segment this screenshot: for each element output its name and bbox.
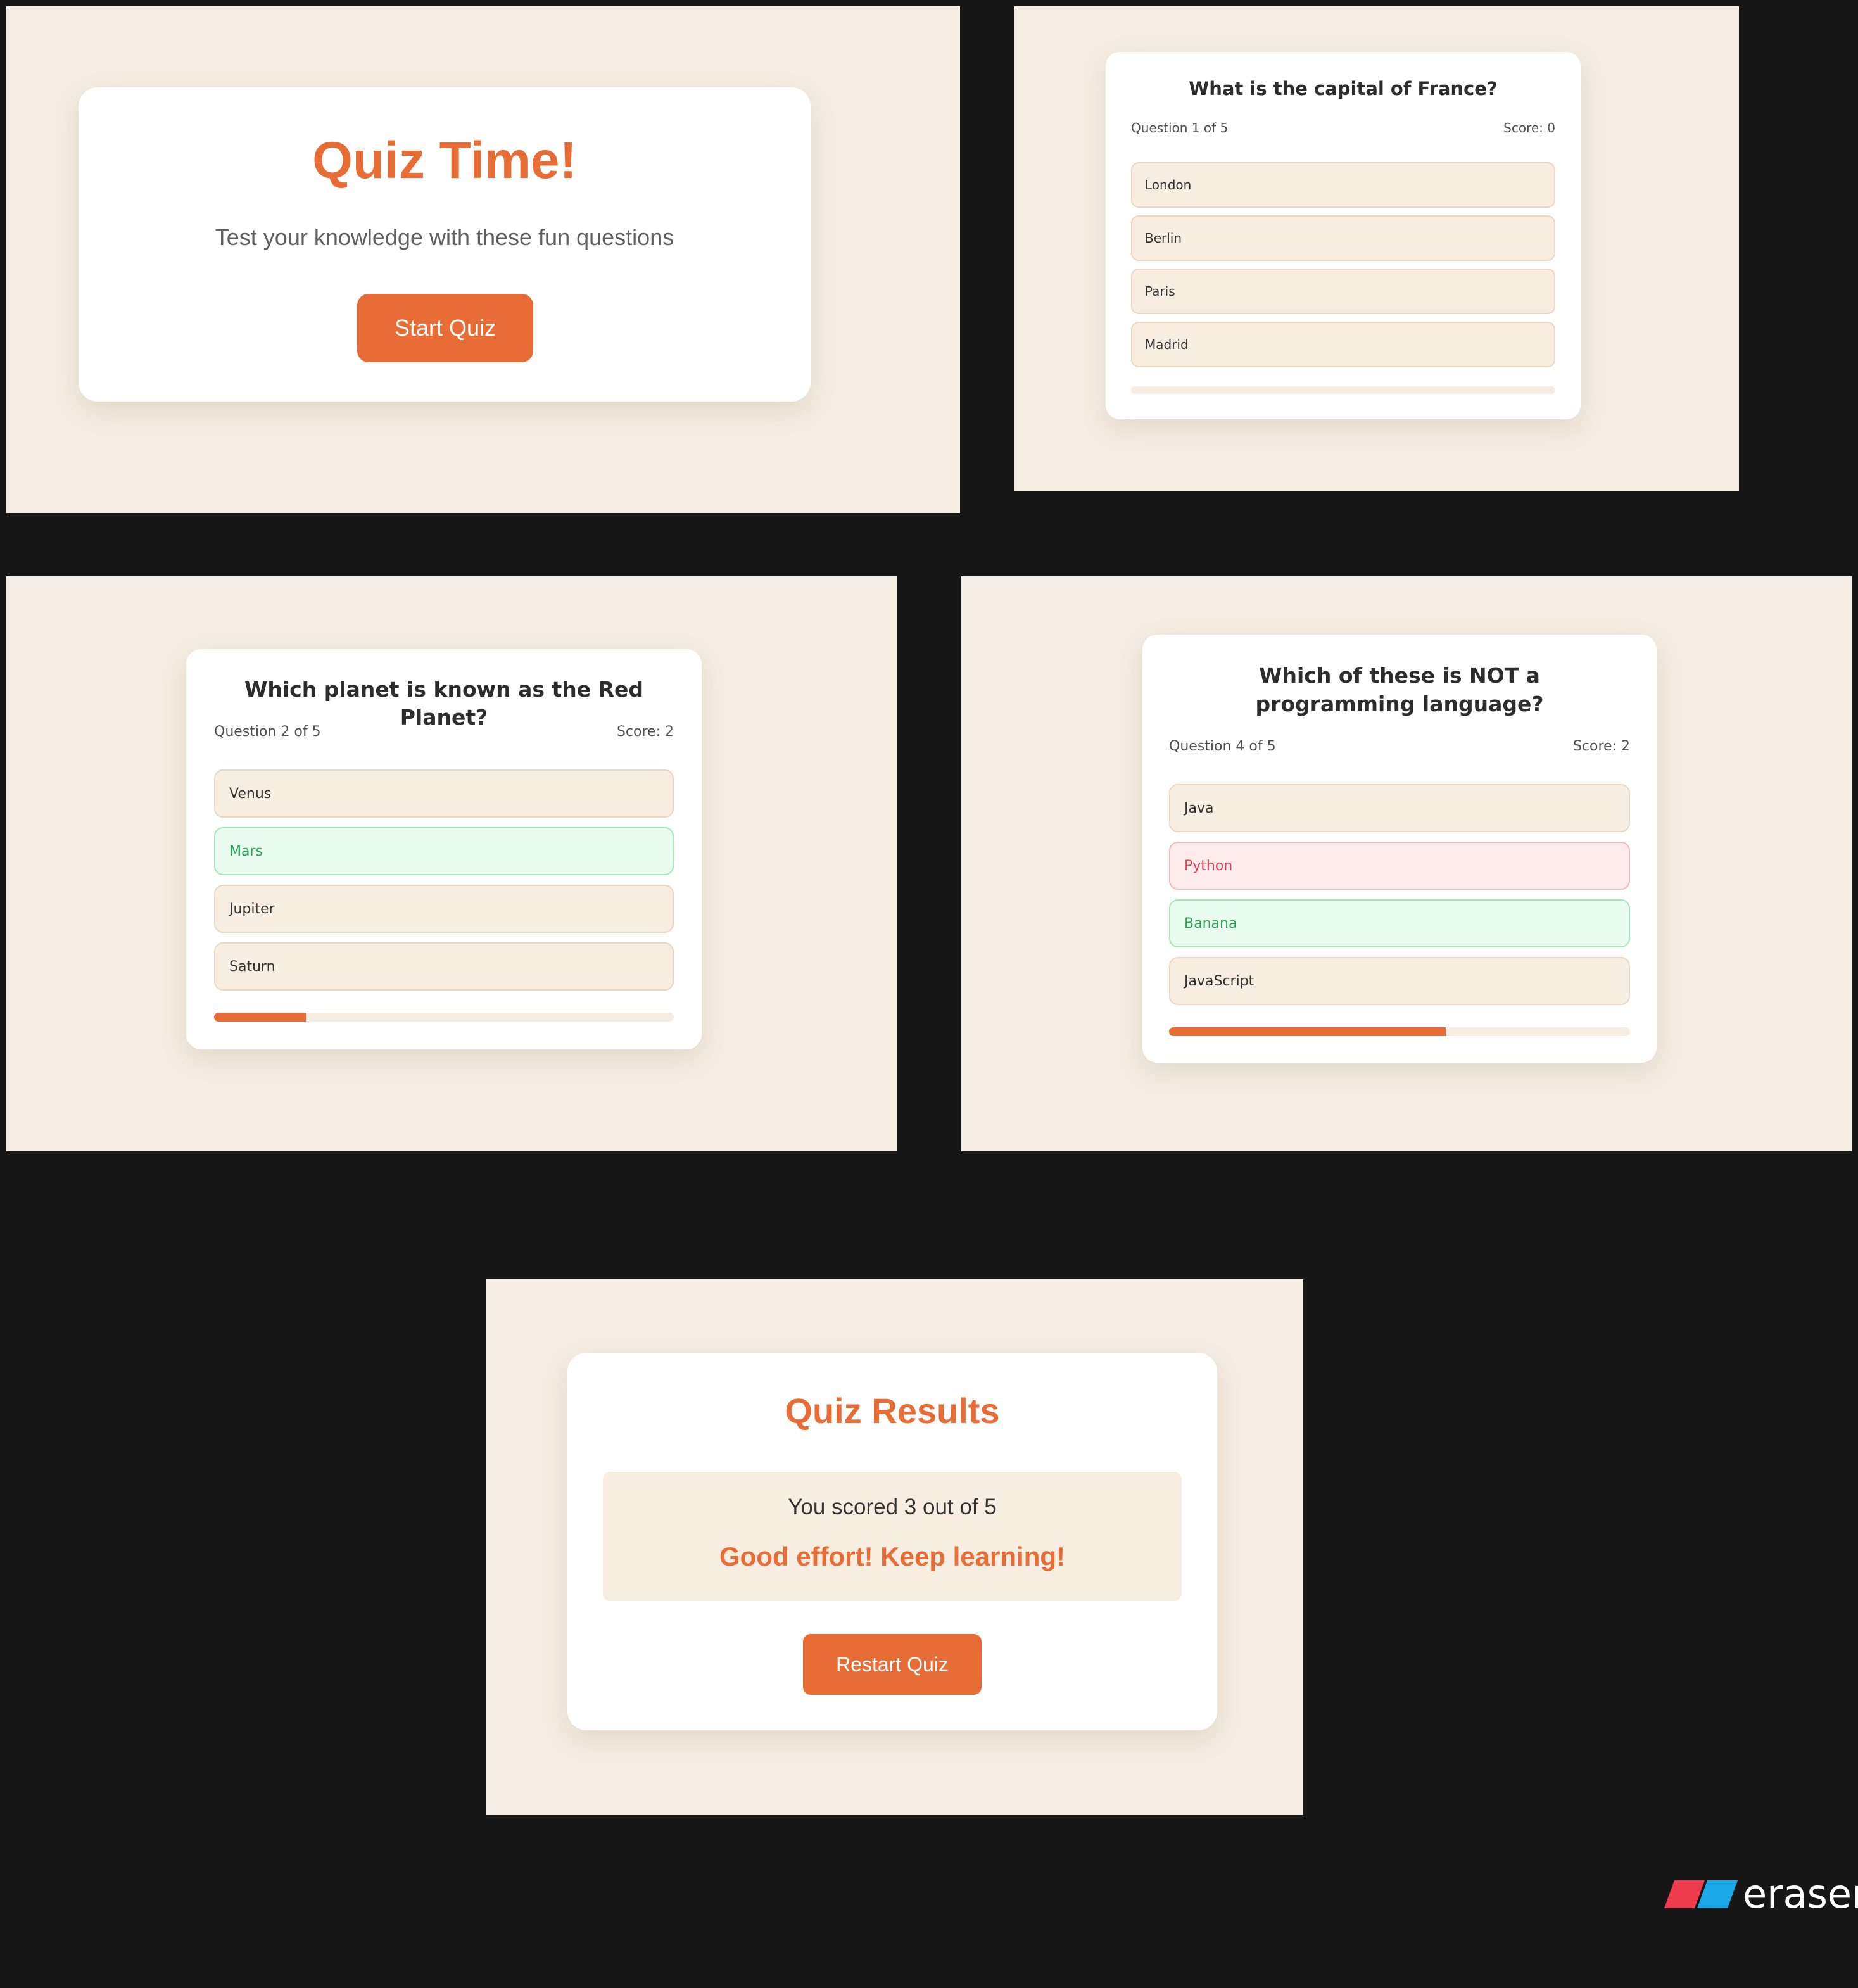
question4-panel: Which of these is NOT a programming lang… bbox=[961, 576, 1852, 1151]
question1-card: What is the capital of France? Question … bbox=[1106, 52, 1581, 419]
start-subtitle: Test your knowledge with these fun quest… bbox=[215, 224, 674, 250]
question2-option-jupiter[interactable]: Jupiter bbox=[214, 885, 674, 933]
question2-option-venus[interactable]: Venus bbox=[214, 769, 674, 818]
question4-progress-fill bbox=[1169, 1027, 1446, 1036]
question2-panel: Which planet is known as the Red Planet?… bbox=[6, 576, 897, 1151]
results-score-text: You scored 3 out of 5 bbox=[788, 1495, 997, 1519]
question4-option-javascript[interactable]: JavaScript bbox=[1169, 957, 1630, 1005]
question2-progress-label: Question 2 of 5 bbox=[214, 724, 321, 740]
results-message: Good effort! Keep learning! bbox=[719, 1542, 1065, 1571]
eraser-logo-text: eraser bbox=[1743, 1871, 1858, 1917]
question4-score-label: Score: 2 bbox=[1572, 738, 1630, 754]
question4-progress-bar bbox=[1169, 1027, 1630, 1036]
question2-option-mars[interactable]: Mars bbox=[214, 827, 674, 875]
start-title: Quiz Time! bbox=[312, 132, 577, 189]
question4-option-java[interactable]: Java bbox=[1169, 784, 1630, 832]
results-panel: Quiz Results You scored 3 out of 5 Good … bbox=[486, 1279, 1303, 1815]
question1-option-madrid[interactable]: Madrid bbox=[1131, 322, 1555, 367]
question1-option-berlin[interactable]: Berlin bbox=[1131, 215, 1555, 261]
restart-quiz-button[interactable]: Restart Quiz bbox=[803, 1634, 982, 1695]
question4-text: Which of these is NOT a programming lang… bbox=[1255, 663, 1544, 716]
question4-option-python[interactable]: Python bbox=[1169, 842, 1630, 890]
start-screen-panel: Quiz Time! Test your knowledge with thes… bbox=[6, 6, 960, 513]
results-title: Quiz Results bbox=[785, 1391, 1000, 1431]
results-summary-box: You scored 3 out of 5 Good effort! Keep … bbox=[603, 1472, 1182, 1601]
question4-option-banana[interactable]: Banana bbox=[1169, 899, 1630, 947]
question1-option-london[interactable]: London bbox=[1131, 162, 1555, 208]
question4-card: Which of these is NOT a programming lang… bbox=[1142, 635, 1657, 1063]
eraser-logo-icon bbox=[1664, 1880, 1738, 1908]
eraser-logo: eraser bbox=[1664, 1871, 1858, 1917]
start-card: Quiz Time! Test your knowledge with thes… bbox=[79, 87, 811, 402]
question2-option-saturn[interactable]: Saturn bbox=[214, 942, 674, 991]
question1-progress-label: Question 1 of 5 bbox=[1131, 120, 1229, 136]
question1-progress-bar bbox=[1131, 386, 1555, 394]
question1-panel: What is the capital of France? Question … bbox=[1014, 6, 1739, 491]
question2-card: Which planet is known as the Red Planet?… bbox=[186, 649, 702, 1049]
question4-progress-label: Question 4 of 5 bbox=[1169, 738, 1276, 754]
question2-progress-fill bbox=[214, 1013, 307, 1022]
start-quiz-button[interactable]: Start Quiz bbox=[357, 294, 533, 362]
question1-option-paris[interactable]: Paris bbox=[1131, 269, 1555, 314]
question1-text: What is the capital of France? bbox=[1189, 78, 1498, 99]
question2-score-label: Score: 2 bbox=[616, 724, 674, 740]
question2-text: Which planet is known as the Red Planet? bbox=[244, 677, 644, 730]
question2-progress-bar bbox=[214, 1013, 674, 1022]
question1-score-label: Score: 0 bbox=[1503, 120, 1555, 136]
results-card: Quiz Results You scored 3 out of 5 Good … bbox=[567, 1353, 1217, 1730]
